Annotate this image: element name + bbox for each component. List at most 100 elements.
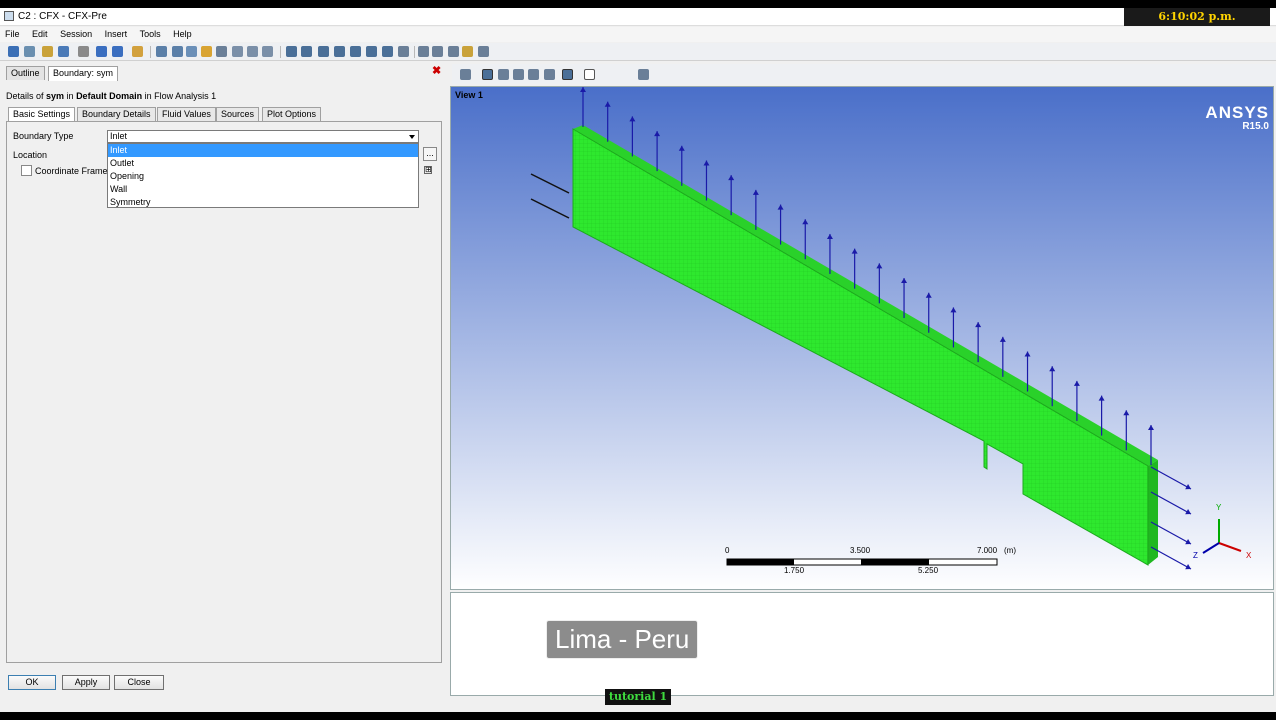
clock-overlay: 6:10:02 p.m. 05/04/2014 bbox=[1124, 8, 1270, 41]
source-point-icon[interactable] bbox=[201, 46, 212, 57]
axis-y-label: Y bbox=[1216, 503, 1222, 512]
reaction-icon[interactable] bbox=[247, 46, 258, 57]
copy-icon[interactable] bbox=[478, 46, 489, 57]
zoom-icon[interactable] bbox=[513, 69, 524, 80]
scale-tick-1750: 1.750 bbox=[784, 566, 805, 575]
coordinate-frame-checkbox[interactable] bbox=[21, 165, 32, 176]
boundary-icon[interactable] bbox=[172, 46, 183, 57]
location-label: Location bbox=[13, 150, 48, 160]
scale-segment bbox=[727, 559, 794, 565]
fit-view-icon[interactable] bbox=[562, 69, 573, 80]
cfx-pre-window: C2 : CFX - CFX-Pre 6:10:02 p.m. 05/04/20… bbox=[0, 8, 1276, 712]
details-prefix: Details of bbox=[6, 91, 47, 101]
menu-session[interactable]: Session bbox=[55, 27, 97, 41]
location-browse-button[interactable]: ... bbox=[423, 147, 437, 161]
save-as-icon[interactable] bbox=[24, 46, 35, 57]
tab-plot-options[interactable]: Plot Options bbox=[262, 107, 322, 121]
boundary-type-value: Inlet bbox=[110, 131, 128, 141]
redo-icon[interactable] bbox=[112, 46, 123, 57]
import-icon[interactable] bbox=[42, 46, 53, 57]
details-domain: Default Domain bbox=[76, 91, 143, 101]
details-object: sym bbox=[46, 91, 65, 101]
option-inlet[interactable]: Inlet bbox=[108, 144, 418, 157]
option-wall[interactable]: Wall bbox=[108, 183, 418, 196]
expand-icon[interactable]: ⊞ bbox=[424, 166, 432, 174]
details-panel: Outline Boundary: sym ✖ Details of sym i… bbox=[4, 64, 446, 696]
tab-outline[interactable]: Outline bbox=[6, 66, 45, 80]
monitor-icon[interactable] bbox=[334, 46, 345, 57]
close-icon[interactable]: ✖ bbox=[432, 66, 442, 77]
axis-z-label: Z bbox=[1193, 551, 1198, 560]
transform-icon[interactable] bbox=[448, 46, 459, 57]
main-toolbar bbox=[0, 43, 1276, 61]
tab-fluid-values[interactable]: Fluid Values bbox=[157, 107, 216, 121]
rotate-icon[interactable] bbox=[482, 69, 493, 80]
ok-button[interactable]: OK bbox=[8, 675, 56, 690]
option-opening[interactable]: Opening bbox=[108, 170, 418, 183]
zoom-box-icon[interactable] bbox=[528, 69, 539, 80]
close-button[interactable]: Close bbox=[114, 675, 164, 690]
menu-edit[interactable]: Edit bbox=[27, 27, 53, 41]
menu-file[interactable]: File bbox=[0, 27, 25, 41]
detach-icon[interactable] bbox=[638, 69, 649, 80]
zoom-fit-icon[interactable] bbox=[544, 69, 555, 80]
scale-tick-0: 0 bbox=[725, 546, 730, 555]
export-icon[interactable] bbox=[58, 46, 69, 57]
material-icon[interactable] bbox=[232, 46, 243, 57]
subdomain-icon[interactable] bbox=[186, 46, 197, 57]
watermark-label: Lima - Peru bbox=[546, 620, 699, 659]
option-outlet[interactable]: Outlet bbox=[108, 157, 418, 170]
axis-x-label: X bbox=[1246, 551, 1252, 560]
boundary-type-select[interactable]: Inlet bbox=[107, 130, 419, 143]
initialization-icon[interactable] bbox=[350, 46, 361, 57]
solver-control-icon[interactable] bbox=[301, 46, 312, 57]
interface-icon[interactable] bbox=[216, 46, 227, 57]
details-suffix: in Flow Analysis 1 bbox=[142, 91, 217, 101]
apply-button[interactable]: Apply bbox=[62, 675, 110, 690]
undo-icon[interactable] bbox=[96, 46, 107, 57]
tab-basic-settings[interactable]: Basic Settings bbox=[8, 107, 76, 122]
app-icon bbox=[4, 11, 14, 21]
tab-boundary-sym[interactable]: Boundary: sym bbox=[48, 66, 119, 81]
title-bar: C2 : CFX - CFX-Pre bbox=[0, 8, 1276, 26]
write-solver-icon[interactable] bbox=[462, 46, 473, 57]
region-icon[interactable] bbox=[432, 46, 443, 57]
window-title: C2 : CFX - CFX-Pre bbox=[18, 11, 107, 22]
coordinate-frame-label: Coordinate Frame bbox=[35, 166, 108, 176]
mesh-icon[interactable] bbox=[418, 46, 429, 57]
print-icon[interactable] bbox=[78, 46, 89, 57]
scale-tick-5250: 5.250 bbox=[918, 566, 939, 575]
analysis-icon[interactable] bbox=[286, 46, 297, 57]
tab-boundary-details[interactable]: Boundary Details bbox=[77, 107, 156, 121]
output-control-icon[interactable] bbox=[318, 46, 329, 57]
view-label[interactable]: View 1 bbox=[455, 90, 483, 100]
scale-segment bbox=[861, 559, 929, 565]
viewport-layout-icon[interactable] bbox=[584, 69, 595, 80]
details-title: Details of sym in Default Domain in Flow… bbox=[6, 91, 216, 101]
3d-viewer[interactable]: View 1 ANSYS R15.0 0 3.500 7.000 (m) 1.7… bbox=[450, 86, 1274, 590]
menu-insert[interactable]: Insert bbox=[100, 27, 133, 41]
message-pane: Lima - Peru bbox=[450, 592, 1274, 696]
tab-sources[interactable]: Sources bbox=[216, 107, 260, 121]
transient-icon[interactable] bbox=[382, 46, 393, 57]
menu-help[interactable]: Help bbox=[168, 27, 197, 41]
domain-icon[interactable] bbox=[156, 46, 167, 57]
pan-icon[interactable] bbox=[498, 69, 509, 80]
select-icon[interactable] bbox=[460, 69, 471, 80]
expression-icon[interactable] bbox=[262, 46, 273, 57]
mesh-adaption-icon[interactable] bbox=[366, 46, 377, 57]
tutorial-tag: tutorial 1 bbox=[605, 689, 671, 705]
menu-tools[interactable]: Tools bbox=[135, 27, 166, 41]
scale-tick-7000: 7.000 bbox=[977, 546, 998, 555]
edit-icon[interactable] bbox=[132, 46, 143, 57]
save-icon[interactable] bbox=[8, 46, 19, 57]
menu-bar: File Edit Session Insert Tools Help bbox=[0, 27, 1276, 42]
scale-unit: (m) bbox=[1004, 546, 1016, 555]
ansys-name: ANSYS bbox=[1205, 103, 1269, 122]
body-end-face bbox=[1148, 460, 1158, 565]
option-symmetry[interactable]: Symmetry bbox=[108, 196, 418, 209]
viewer-toolbar bbox=[452, 64, 1276, 84]
chevron-down-icon bbox=[409, 135, 415, 139]
scale-tick-3500: 3.500 bbox=[850, 546, 871, 555]
user-function-icon[interactable] bbox=[398, 46, 409, 57]
